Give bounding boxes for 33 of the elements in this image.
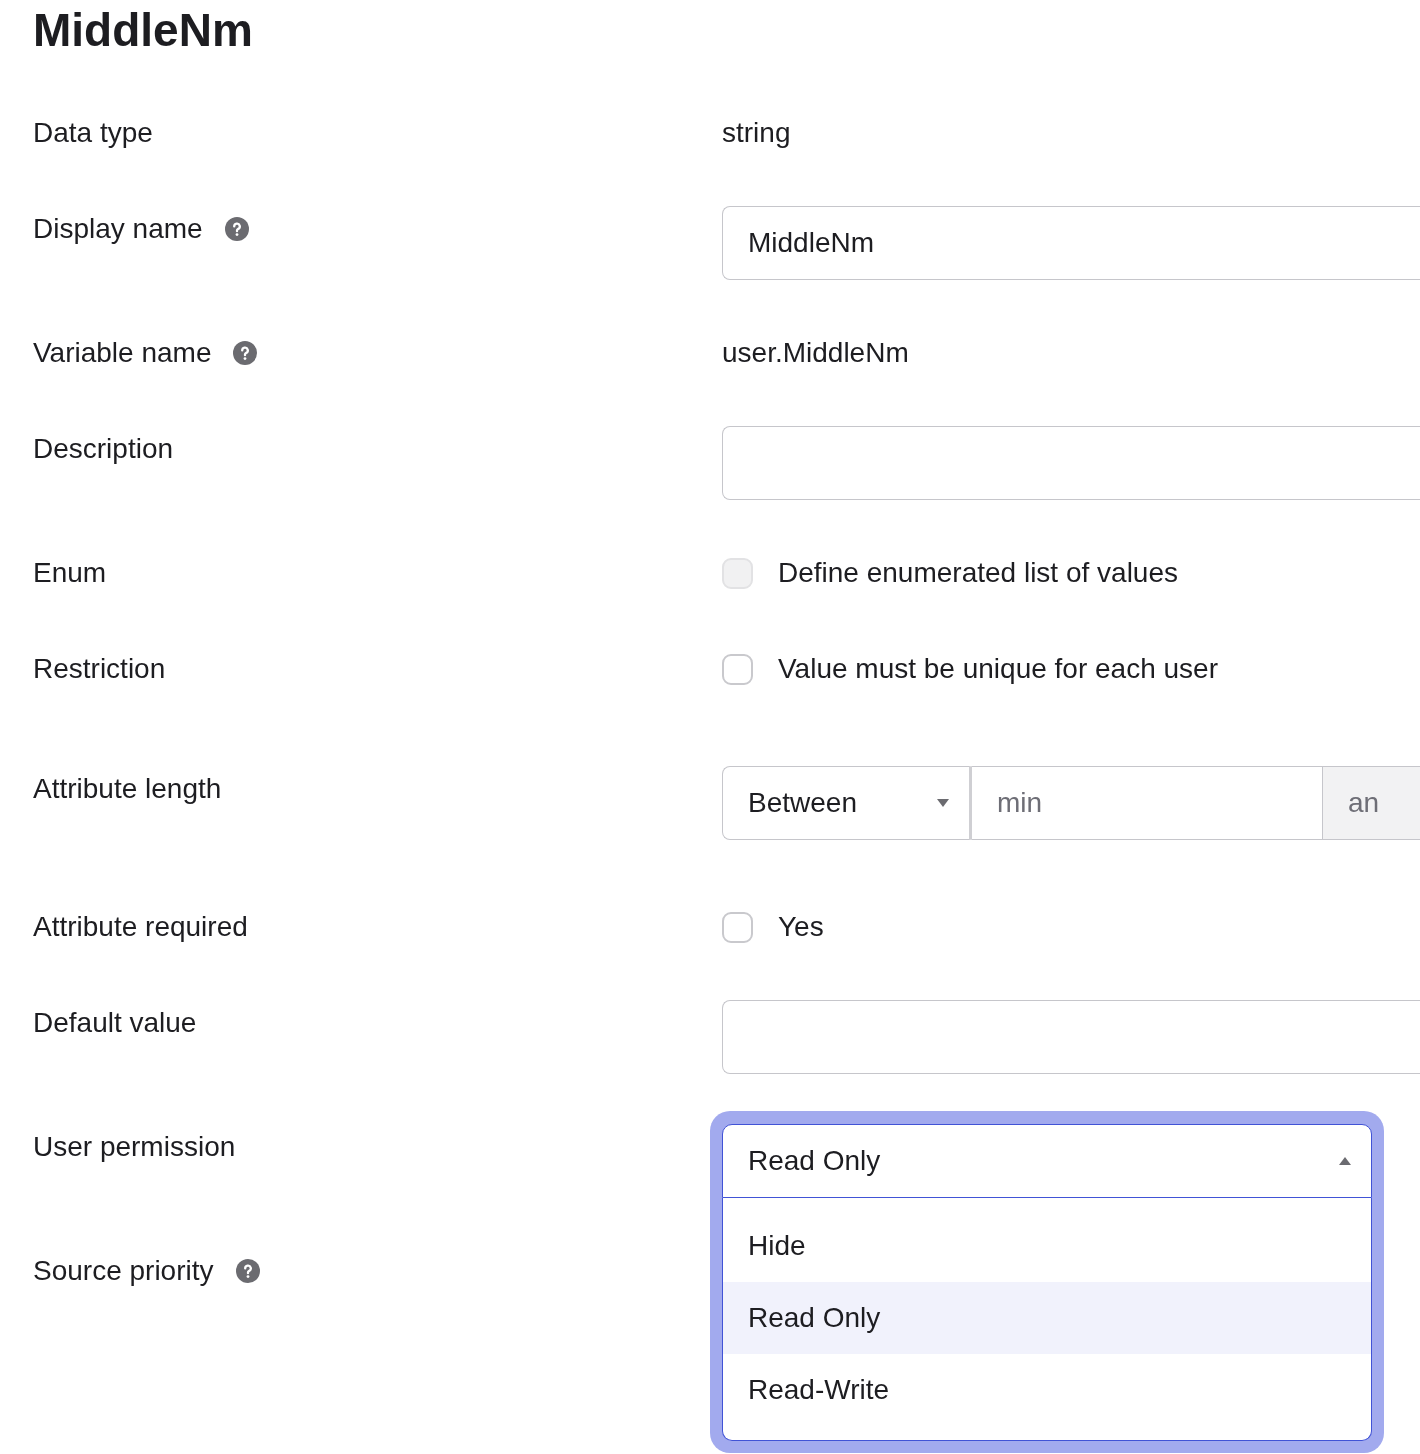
page-title: MiddleNm <box>33 3 253 58</box>
field-label: Variable name <box>33 336 212 370</box>
field-label: User permission <box>33 1130 236 1164</box>
field-label: Display name <box>33 212 203 246</box>
menu-option[interactable]: Read-Write <box>723 1354 1371 1426</box>
field-label: Enum <box>33 556 107 590</box>
field-label: Default value <box>33 1006 197 1040</box>
menu-option[interactable]: Hide <box>723 1210 1371 1282</box>
field-value: user.MiddleNm <box>722 336 909 370</box>
field-label: Attribute length <box>33 772 222 806</box>
field-label: Data type <box>33 116 153 150</box>
text-field[interactable] <box>722 1000 1420 1074</box>
checkbox-label[interactable]: Yes <box>778 904 824 950</box>
field-label: Attribute required <box>33 910 248 944</box>
field-value: string <box>722 116 791 150</box>
field-label: Source priority <box>33 1254 214 1288</box>
min-field[interactable]: min <box>972 766 1322 840</box>
help-icon[interactable] <box>224 217 249 241</box>
help-icon[interactable] <box>233 341 258 365</box>
field-label: Description <box>33 432 174 466</box>
help-icon[interactable] <box>235 1259 260 1283</box>
text-field[interactable]: MiddleNm <box>722 206 1420 280</box>
menu-option[interactable]: Read Only <box>723 1282 1371 1354</box>
text-field[interactable] <box>722 426 1420 500</box>
select-dropdown[interactable]: Between <box>722 766 972 840</box>
caret-icon <box>1339 1157 1351 1165</box>
checkbox[interactable] <box>722 653 753 685</box>
caret-icon <box>937 799 949 807</box>
field-label: Restriction <box>33 652 166 686</box>
checkbox-label[interactable]: Value must be unique for each user <box>778 646 1218 692</box>
input-addon: an <box>1322 766 1420 840</box>
select-dropdown[interactable]: Read Only <box>722 1124 1372 1198</box>
checkbox[interactable] <box>722 911 753 943</box>
